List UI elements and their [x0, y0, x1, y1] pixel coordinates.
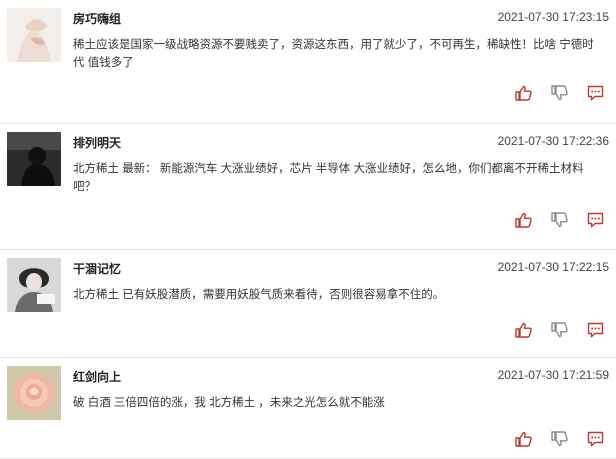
comment-icon[interactable]: [586, 430, 605, 448]
thumbs-down-icon[interactable]: [550, 211, 569, 229]
stock-link[interactable]: 北方稀土: [73, 289, 119, 301]
comment-actions: [514, 430, 605, 448]
comment-text-segment: ，未来之光怎么就不能涨: [255, 397, 385, 409]
post-timestamp: 2021-07-30 17:21:59: [497, 368, 609, 382]
comment-text-segment: 稀土应该是国家一级战略资源不要贱卖了，资源这东西，用了就少了，不可再生，稀缺性！…: [73, 39, 560, 51]
thumbs-down-icon[interactable]: [550, 321, 569, 339]
comment-content: 破 白酒 三倍四倍的涨，我 北方稀土 ，未来之光怎么就不能涨: [73, 394, 605, 412]
comment-text-segment: 值钱多了: [84, 57, 134, 69]
thumbs-up-icon[interactable]: [514, 211, 533, 229]
stock-link[interactable]: 北方稀土: [209, 397, 255, 409]
comment-list: 房巧嗨组 2021-07-30 17:23:15 稀土应该是国家一级战略资源不要贱卖…: [0, 0, 616, 459]
post-timestamp: 2021-07-30 17:22:36: [497, 134, 609, 148]
comment-item: 房巧嗨组 2021-07-30 17:23:15 稀土应该是国家一级战略资源不要贱卖…: [0, 0, 616, 124]
comment-icon[interactable]: [586, 321, 605, 339]
thumbs-up-icon[interactable]: [514, 430, 533, 448]
user-avatar[interactable]: [7, 8, 61, 62]
thumbs-up-icon[interactable]: [514, 84, 533, 102]
comment-text-segment: 已有妖股潜质，需要用妖股气质来看待，否则很容易拿不住的。: [119, 289, 445, 301]
username[interactable]: 排列明天: [73, 134, 121, 151]
user-avatar[interactable]: [7, 366, 61, 420]
comment-text-segment: 破: [73, 397, 88, 409]
thumbs-down-icon[interactable]: [550, 430, 569, 448]
user-avatar[interactable]: [7, 258, 61, 312]
thumbs-up-icon[interactable]: [514, 321, 533, 339]
comment-content: 北方稀土 最新： 新能源汽车 大涨业绩好，芯片 半导体 大涨业绩好，怎么地，你们…: [73, 160, 605, 196]
comment-actions: [514, 321, 605, 339]
stock-link[interactable]: 白酒: [88, 397, 111, 409]
comment-icon[interactable]: [586, 84, 605, 102]
comment-actions: [514, 84, 605, 102]
username[interactable]: 干涸记忆: [73, 260, 121, 277]
comment-item: 干涸记忆 2021-07-30 17:22:15 北方稀土 已有妖股潜质，需要用妖股…: [0, 250, 616, 358]
comment-item: 红剑向上 2021-07-30 17:21:59 破 白酒 三倍四倍的涨，我 北方稀…: [0, 358, 616, 459]
post-timestamp: 2021-07-30 17:22:15: [497, 260, 609, 274]
stock-link[interactable]: 北方稀土: [73, 163, 119, 175]
post-timestamp: 2021-07-30 17:23:15: [497, 10, 609, 24]
user-avatar[interactable]: [7, 132, 61, 186]
thumbs-down-icon[interactable]: [550, 84, 569, 102]
comment-actions: [514, 211, 605, 229]
comment-item: 排列明天 2021-07-30 17:22:36 北方稀土 最新： 新能源汽车 大涨…: [0, 124, 616, 250]
comment-icon[interactable]: [586, 211, 605, 229]
comment-content: 北方稀土 已有妖股潜质，需要用妖股气质来看待，否则很容易拿不住的。: [73, 286, 605, 304]
comment-text-segment: 三倍四倍的涨，我: [110, 397, 210, 409]
username[interactable]: 房巧嗨组: [73, 10, 121, 27]
username[interactable]: 红剑向上: [73, 368, 121, 385]
comment-text-segment: 最新： 新能源汽车 大涨业绩好，芯片 半导体 大涨业绩好，怎么地，你们都离不开稀…: [73, 163, 584, 193]
comment-content: 稀土应该是国家一级战略资源不要贱卖了，资源这东西，用了就少了，不可再生，稀缺性！…: [73, 36, 605, 72]
